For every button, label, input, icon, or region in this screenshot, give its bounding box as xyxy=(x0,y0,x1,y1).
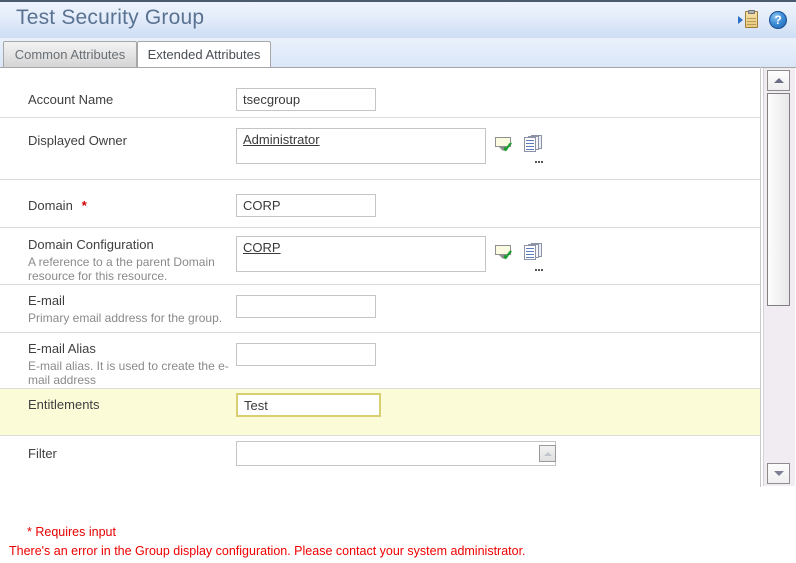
resource-picker-icon[interactable] xyxy=(524,135,544,163)
window-header: Test Security Group ? xyxy=(0,0,796,38)
help-icon[interactable]: ? xyxy=(769,11,787,29)
header-toolbar: ? xyxy=(738,10,787,30)
check-glyph: ✓ xyxy=(502,246,514,263)
clipboard-line-3 xyxy=(747,24,756,25)
picker-line-4 xyxy=(526,257,534,258)
field-label: E-mail Alias xyxy=(28,341,96,356)
attributes-panel: Account Name Displayed Owner Administrat… xyxy=(0,67,796,487)
field-label: Account Name xyxy=(28,92,114,107)
attribute-form: Account Name Displayed Owner Administrat… xyxy=(0,68,760,487)
application-window: Test Security Group ? Common Attributes … xyxy=(0,0,796,563)
requires-input-note: * Requires input xyxy=(27,525,116,539)
page-title: Test Security Group xyxy=(16,6,205,29)
field-label: Entitlements xyxy=(28,397,100,412)
displayed-owner-link[interactable]: Administrator xyxy=(243,132,320,147)
picker-dots xyxy=(535,258,544,271)
filter-expand-button[interactable] xyxy=(539,445,556,462)
scroll-down-button[interactable] xyxy=(767,463,790,484)
form-row-email-alias: E-mail Alias E-mail alias. It is used to… xyxy=(0,333,760,389)
panel-divider xyxy=(760,67,761,487)
displayed-owner-resource-box[interactable]: Administrator xyxy=(236,128,486,164)
field-label: Domain Configuration xyxy=(28,237,154,252)
displayed-owner-actions: ✓ xyxy=(495,135,544,163)
clipboard-line-1 xyxy=(747,18,756,19)
field-label: Domain * xyxy=(28,198,87,213)
chevron-up-icon xyxy=(544,452,552,456)
picker-line-1 xyxy=(526,248,534,249)
error-message: There's an error in the Group display co… xyxy=(9,544,526,558)
arrow-down-icon xyxy=(774,471,784,476)
tab-extended-attributes[interactable]: Extended Attributes xyxy=(137,41,271,69)
form-row-domain: Domain * xyxy=(0,180,760,228)
picker-line-1 xyxy=(526,140,534,141)
picker-line-3 xyxy=(526,146,534,147)
field-description: Primary email address for the group. xyxy=(28,311,223,325)
form-row-displayed-owner: Displayed Owner Administrator ✓ xyxy=(0,118,760,180)
email-input[interactable] xyxy=(236,295,376,318)
picker-line-3 xyxy=(526,254,534,255)
picker-dots xyxy=(535,150,544,163)
clipboard-line-2 xyxy=(747,21,756,22)
picker-line-2 xyxy=(526,251,534,252)
validate-icon[interactable]: ✓ xyxy=(495,136,514,154)
required-marker: * xyxy=(81,198,87,213)
vertical-scrollbar[interactable] xyxy=(763,68,795,486)
picker-line-4 xyxy=(526,149,534,150)
tab-common-attributes[interactable]: Common Attributes xyxy=(3,41,137,68)
scroll-up-button[interactable] xyxy=(767,70,790,91)
field-label: Displayed Owner xyxy=(28,133,127,148)
resource-picker-icon[interactable] xyxy=(524,243,544,271)
domain-input[interactable] xyxy=(236,194,376,217)
validate-icon[interactable]: ✓ xyxy=(495,244,514,262)
field-label-text: Domain xyxy=(28,198,73,213)
email-alias-input[interactable] xyxy=(236,343,376,366)
field-label: Filter xyxy=(28,446,57,461)
entitlements-input[interactable] xyxy=(236,393,381,417)
scrollbar-thumb[interactable] xyxy=(767,93,790,306)
picker-line-2 xyxy=(526,143,534,144)
check-glyph: ✓ xyxy=(502,138,514,155)
form-footer: * Requires input There's an error in the… xyxy=(0,488,796,563)
domain-configuration-link[interactable]: CORP xyxy=(243,240,281,255)
filter-input[interactable] xyxy=(236,441,556,466)
domain-configuration-resource-box[interactable]: CORP xyxy=(236,236,486,272)
form-row-domain-configuration: Domain Configuration A reference to a th… xyxy=(0,228,760,285)
form-row-entitlements: Entitlements xyxy=(0,389,760,436)
domain-configuration-actions: ✓ xyxy=(495,243,544,271)
field-label: E-mail xyxy=(28,293,65,308)
field-description: A reference to a the parent Domain resou… xyxy=(28,255,215,283)
arrow-stem xyxy=(738,19,742,21)
form-row-account-name: Account Name xyxy=(0,68,760,118)
tab-strip: Common Attributes Extended Attributes xyxy=(0,38,796,69)
arrow-up-icon xyxy=(774,78,784,83)
form-row-filter: Filter xyxy=(0,436,760,484)
add-to-clipboard-icon[interactable] xyxy=(738,10,760,30)
account-name-input[interactable] xyxy=(236,88,376,111)
form-row-email: E-mail Primary email address for the gro… xyxy=(0,285,760,333)
field-description: E-mail alias. It is used to create the e… xyxy=(28,359,229,387)
clipboard-clasp xyxy=(748,10,755,14)
